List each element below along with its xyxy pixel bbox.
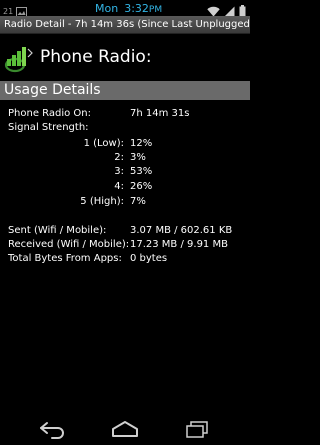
signal-level-row: 2: 3% (0, 151, 250, 165)
total-bytes-row: Total Bytes From Apps: 0 bytes (0, 252, 250, 266)
signal-level-row: 3: 53% (0, 165, 250, 179)
received-label: Received (Wifi / Mobile): (8, 239, 130, 250)
status-ampm: PM (148, 4, 163, 15)
app-header: Phone Radio: (0, 35, 250, 81)
window-title-bar: Radio Detail - 7h 14m 36s (Since Last Un… (0, 16, 250, 34)
signal-level-value: 3% (130, 152, 146, 163)
signal-level-label: 2: (114, 152, 124, 163)
recent-apps-icon[interactable] (182, 419, 212, 439)
status-time: 3:32PM (124, 2, 162, 15)
signal-level-value: 7% (130, 196, 146, 207)
sent-row: Sent (Wifi / Mobile): 3.07 MB / 602.61 K… (0, 224, 250, 238)
status-day: Mon (95, 1, 119, 15)
page-title: Phone Radio: (40, 47, 152, 67)
home-icon[interactable] (110, 419, 140, 439)
section-header-usage-details: Usage Details (0, 81, 250, 100)
back-icon[interactable] (38, 419, 68, 439)
status-time-value: 3:32 (124, 1, 149, 15)
signal-level-row: 1 (Low): 12% (0, 137, 250, 151)
phone-radio-on-label: Phone Radio On: (8, 108, 92, 119)
signal-strength-row: Signal Strength: (0, 121, 250, 135)
signal-app-icon (4, 45, 34, 73)
signal-level-label: 3: (114, 166, 124, 177)
signal-level-value: 26% (130, 181, 153, 192)
sent-value: 3.07 MB / 602.61 KB (130, 225, 233, 236)
total-bytes-label: Total Bytes From Apps: (8, 253, 122, 264)
navigation-bar (0, 413, 250, 445)
signal-level-label: 1 (Low): (83, 138, 124, 149)
signal-level-value: 53% (130, 166, 153, 177)
total-bytes-value: 0 bytes (130, 253, 168, 264)
status-bar: 21 Mon 3:32PM (0, 0, 250, 17)
received-row: Received (Wifi / Mobile): 17.23 MB / 9.9… (0, 238, 250, 252)
signal-level-row: 4: 26% (0, 180, 250, 194)
sent-label: Sent (Wifi / Mobile): (8, 225, 107, 236)
signal-strength-label: Signal Strength: (8, 122, 89, 133)
phone-radio-on-row: Phone Radio On: 7h 14m 31s (0, 107, 250, 121)
signal-level-value: 12% (130, 138, 153, 149)
phone-radio-on-value: 7h 14m 31s (130, 108, 190, 119)
signal-level-label: 4: (114, 181, 124, 192)
signal-level-label: 5 (High): (80, 196, 124, 207)
signal-level-row: 5 (High): 7% (0, 195, 250, 209)
received-value: 17.23 MB / 9.91 MB (130, 239, 228, 250)
clock: Mon 3:32PM (95, 0, 162, 16)
